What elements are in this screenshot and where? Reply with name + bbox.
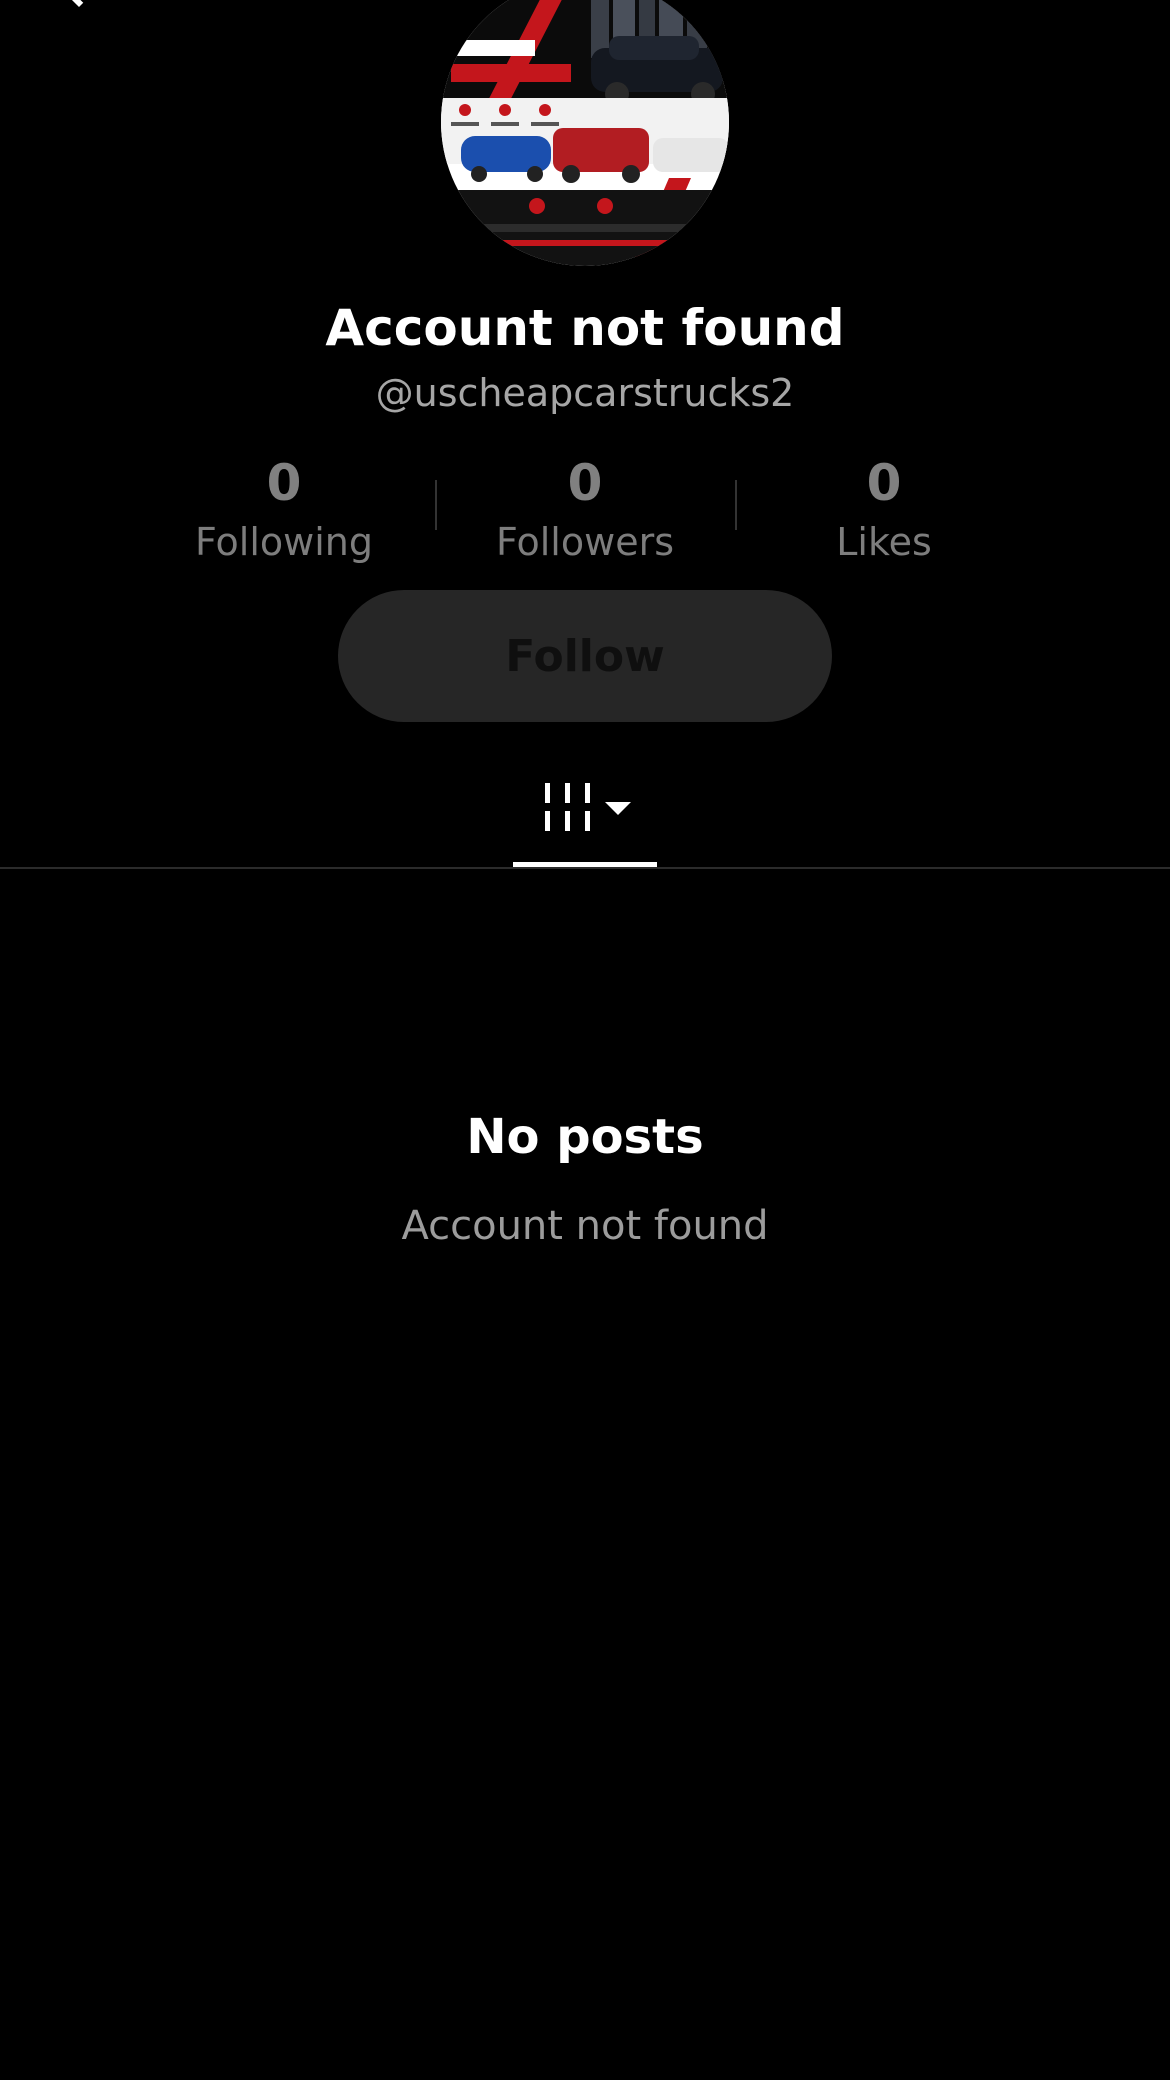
stat-likes[interactable]: 0 Likes (754, 448, 1014, 566)
profile-handle: @uscheapcarstrucks2 (375, 371, 795, 415)
stat-followers[interactable]: 0 Followers (455, 448, 715, 566)
stat-count: 0 (567, 454, 603, 512)
stat-label: Following (195, 520, 373, 564)
avatar-image (441, 0, 729, 266)
stat-divider (735, 480, 737, 530)
stat-count: 0 (866, 454, 902, 512)
empty-state-subtitle: Account not found (401, 1203, 769, 1249)
caret-down-icon (605, 802, 631, 815)
tab-separator (0, 867, 1170, 869)
grid-icon (545, 783, 631, 831)
stat-divider (435, 480, 437, 530)
back-chevron-icon[interactable] (54, 0, 104, 8)
stat-following[interactable]: 0 Following (154, 448, 414, 566)
empty-state-title: No posts (466, 1109, 704, 1165)
follow-button[interactable]: Follow (338, 590, 832, 722)
tab-videos[interactable] (513, 775, 657, 869)
profile-name: Account not found (325, 299, 845, 357)
avatar (441, 0, 729, 266)
stat-label: Followers (496, 520, 674, 564)
stat-count: 0 (266, 454, 302, 512)
stat-label: Likes (836, 520, 932, 564)
